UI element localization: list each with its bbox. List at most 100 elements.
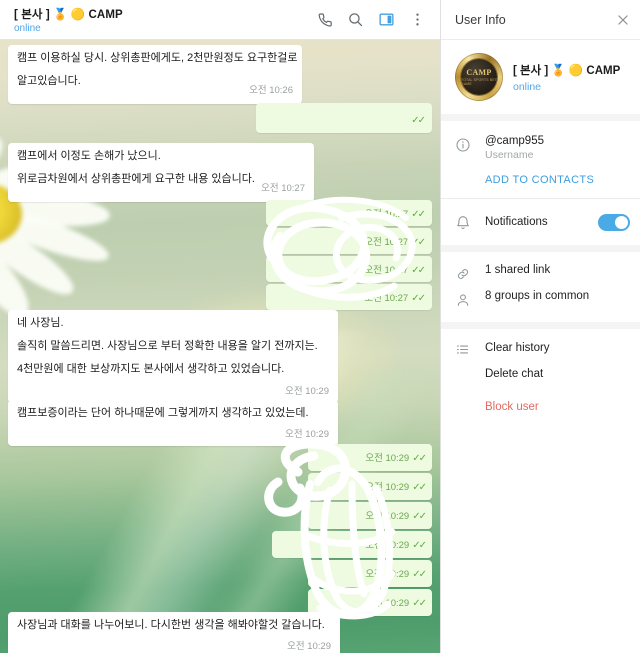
message-timestamp: 오전 10:27	[364, 236, 409, 248]
block-user-button[interactable]: Block user	[441, 387, 640, 420]
notifications-row[interactable]: Notifications	[441, 209, 630, 235]
avatar[interactable]: CAMP TOTAL SPORTS BET GAME	[455, 53, 503, 101]
message-bubble-incoming[interactable]: 캠프에서 이정도 손해가 났으니. 위로금차원에서 상위총판에게 요구한 내용 …	[8, 143, 314, 202]
chat-header: [ 본사 ] 🏅 🟡 CAMP online	[0, 0, 440, 40]
profile-status: online	[513, 80, 542, 93]
shared-links-label: 1 shared link	[485, 264, 551, 276]
read-receipt-icon: ✓✓	[412, 481, 427, 493]
section-gap	[441, 114, 640, 121]
message-text-line: 캠프에서 이정도 손해가 났으니.	[17, 150, 161, 162]
read-receipt-icon: ✓✓	[412, 568, 427, 580]
username-body: @camp955 Username	[485, 135, 620, 161]
add-to-contacts-button[interactable]: ADD TO CONTACTS	[441, 165, 630, 188]
delete-chat-button[interactable]: Delete chat	[441, 361, 640, 387]
message-bubble-outgoing-redacted[interactable]: 오전 10:27 ✓✓	[266, 256, 432, 282]
message-bubble-incoming[interactable]: 네 사장님. 솔직히 말씀드리면. 사장님으로 부터 정확한 내용을 알기 전까…	[8, 310, 338, 404]
section-gap	[441, 245, 640, 252]
message-timestamp: 오전 10:29	[285, 429, 329, 440]
chat-title-block[interactable]: [ 본사 ] 🏅 🟡 CAMP online	[14, 6, 316, 34]
message-text-line: 4천만원에 대한 보상까지도 본사에서 생각하고 있었습니다.	[17, 362, 285, 375]
message-timestamp: 오전 10:29	[365, 452, 410, 464]
message-text-line: 사장님과 대화를 나누어보니. 다시한번 생각을 해봐야할것 갈습니다.	[17, 619, 325, 631]
read-receipt-icon: ✓✓	[411, 114, 426, 126]
message-bubble-outgoing-redacted[interactable]: 오전 10:27 ✓✓	[266, 200, 432, 226]
message-timestamp: 오전 10:29	[365, 568, 410, 580]
chat-header-actions	[316, 11, 430, 28]
message-timestamp: 오전 10:26	[249, 84, 293, 96]
shared-links-body: 1 shared link	[485, 264, 620, 276]
avatar-subtext: TOTAL SPORTS BET GAME	[461, 78, 497, 87]
message-text-line: 솔직히 말씀드리면. 사장님으로 부터 정확한 내용을 알기 전까지는.	[17, 339, 318, 352]
read-receipt-icon: ✓✓	[411, 236, 426, 248]
read-receipt-icon: ✓✓	[411, 208, 426, 220]
chat-status: online	[14, 22, 41, 34]
message-bubble-outgoing-redacted[interactable]: 오전 10:29 ✓✓	[272, 531, 432, 558]
notifications-toggle[interactable]	[598, 213, 630, 231]
person-icon	[441, 290, 485, 308]
list-icon	[455, 342, 470, 357]
message-timestamp: 오전 10:29	[365, 510, 410, 522]
bell-icon	[441, 213, 485, 231]
notifications-section: Notifications	[441, 199, 640, 245]
chat-pane: [ 본사 ] 🏅 🟡 CAMP online 캠프 이용하실 당시. 상위총판에…	[0, 0, 440, 653]
notifications-label: Notifications	[485, 216, 548, 228]
message-bubble-outgoing-redacted[interactable]: 오전 10:29 ✓✓	[308, 502, 432, 529]
avatar-word: CAMP	[466, 67, 492, 77]
user-profile-block[interactable]: CAMP TOTAL SPORTS BET GAME [ 본사 ] 🏅 🟡 CA…	[441, 40, 640, 114]
message-bubble-outgoing-redacted[interactable]: 오전 10:29 ✓✓	[308, 444, 432, 471]
message-bubble-outgoing-redacted[interactable]: 오전 10:27 ✓✓	[266, 284, 432, 310]
message-timestamp: 오전 10:29	[365, 597, 410, 609]
message-timestamp: 오전 10:27	[364, 292, 409, 304]
groups-in-common-label: 8 groups in common	[485, 290, 590, 302]
section-gap	[441, 322, 640, 329]
sidebar-toggle-icon[interactable]	[378, 11, 395, 28]
message-bubble-incoming[interactable]: 사장님과 대화를 나누어보니. 다시한번 생각을 해봐야할것 갈습니다. 오전 …	[8, 612, 340, 653]
info-icon	[441, 135, 485, 153]
message-bubble-incoming[interactable]: 캠프보증이라는 단어 하나때문에 그렇게까지 생각하고 있었는데. 오전 10:…	[8, 400, 338, 446]
message-timestamp: 오전 10:29	[365, 539, 410, 551]
message-bubble-outgoing-redacted[interactable]: 오전 10:29 ✓✓	[308, 473, 432, 500]
search-icon[interactable]	[347, 11, 364, 28]
chat-actions-section: Clear history Delete chat Block user	[441, 329, 640, 428]
username-section: @camp955 Username ADD TO CONTACTS	[441, 121, 640, 198]
message-bubble-incoming[interactable]: 캠프 이용하실 당시. 상위총판에게도, 2천만원정도 요구한걸로 알고있습니다…	[8, 45, 302, 104]
message-bubble-outgoing-redacted[interactable]: ✓✓	[256, 103, 432, 133]
clear-history-button[interactable]: Clear history	[441, 335, 640, 361]
username-value: @camp955	[485, 135, 544, 147]
stats-section: 1 shared link 8 groups in common	[441, 252, 640, 322]
user-info-title: User Info	[455, 12, 506, 27]
user-info-panel: User Info CAMP TOTAL SPORTS BET GAME [ 본…	[440, 0, 640, 653]
message-timestamp: 오전 10:29	[365, 481, 410, 493]
message-bubble-outgoing-redacted[interactable]: 오전 10:29 ✓✓	[308, 560, 432, 587]
message-timestamp: 오전 10:27	[261, 182, 305, 194]
message-text-line: 캠프 이용하실 당시. 상위총판에게도, 2천만원정도 요구한걸로	[17, 52, 298, 64]
phone-icon[interactable]	[316, 11, 333, 28]
chat-title: [ 본사 ] 🏅 🟡 CAMP	[14, 8, 123, 21]
read-receipt-icon: ✓✓	[412, 452, 427, 464]
profile-texts: [ 본사 ] 🏅 🟡 CAMP online	[513, 62, 620, 93]
notifications-body: Notifications	[485, 216, 598, 228]
username-label: Username	[485, 149, 534, 161]
message-text-line: 캠프보증이라는 단어 하나때문에 그렇게까지 생각하고 있었는데.	[17, 407, 309, 419]
read-receipt-icon: ✓✓	[411, 264, 426, 276]
read-receipt-icon: ✓✓	[412, 510, 427, 522]
message-text-line: 네 사장님.	[17, 317, 64, 329]
message-list: 캠프 이용하실 당시. 상위총판에게도, 2천만원정도 요구한걸로 알고있습니다…	[0, 40, 440, 653]
groups-in-common-row[interactable]: 8 groups in common	[441, 286, 630, 312]
link-icon	[441, 264, 485, 282]
user-info-header: User Info	[441, 0, 640, 40]
read-receipt-icon: ✓✓	[412, 539, 427, 551]
message-bubble-outgoing-redacted[interactable]: 오전 10:27 ✓✓	[266, 228, 432, 254]
message-timestamp: 오전 10:27	[364, 264, 409, 276]
message-timestamp: 오전 10:27	[364, 208, 409, 220]
more-menu-icon[interactable]	[409, 11, 426, 28]
groups-in-common-body: 8 groups in common	[485, 290, 620, 302]
close-icon[interactable]	[616, 13, 630, 27]
message-timestamp: 오전 10:29	[287, 641, 331, 652]
message-timestamp: 오전 10:29	[285, 385, 329, 397]
read-receipt-icon: ✓✓	[411, 292, 426, 304]
profile-name: [ 본사 ] 🏅 🟡 CAMP	[513, 64, 621, 77]
telegram-window: [ 본사 ] 🏅 🟡 CAMP online 캠프 이용하실 당시. 상위총판에…	[0, 0, 640, 653]
shared-links-row[interactable]: 1 shared link	[441, 260, 630, 286]
username-row[interactable]: @camp955 Username	[441, 131, 630, 165]
